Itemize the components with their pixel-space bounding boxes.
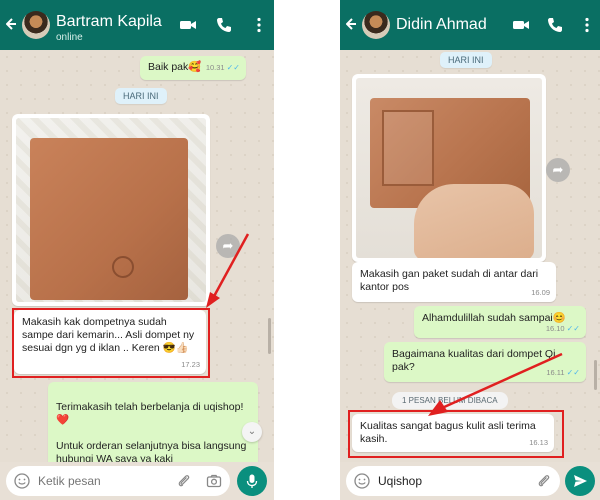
forward-icon[interactable]: ➦ <box>546 158 570 182</box>
more-options-icon[interactable] <box>578 16 596 34</box>
message-time: 16.10 ✓✓ <box>545 324 580 333</box>
back-arrow-icon[interactable] <box>5 16 18 32</box>
send-button[interactable] <box>565 466 595 496</box>
voice-call-icon[interactable] <box>546 16 564 34</box>
message-bubble[interactable]: Makasih gan paket sudah di antar dari ka… <box>352 262 556 302</box>
red-arrow <box>206 233 250 308</box>
date-chip: HARI INI <box>440 52 492 68</box>
message-input[interactable] <box>378 474 498 488</box>
video-call-icon[interactable] <box>179 16 197 34</box>
contact-status: online <box>56 32 83 43</box>
read-ticks-icon: ✓✓ <box>566 324 580 333</box>
message-bubble[interactable]: Alhamdulillah sudah sampai😊 16.10 ✓✓ <box>414 306 586 338</box>
scrollbar[interactable] <box>594 360 597 390</box>
voice-message-button[interactable] <box>237 466 267 496</box>
scrollbar[interactable] <box>268 318 271 354</box>
message-time: 10.31 ✓✓ <box>205 63 240 72</box>
message-bubble[interactable]: Baik pak🥰 10.31 ✓✓ <box>140 56 246 80</box>
video-call-icon[interactable] <box>512 16 530 34</box>
avatar[interactable] <box>362 11 390 39</box>
chat-header: Didin Ahmad <box>340 0 600 50</box>
image-message[interactable] <box>12 114 210 306</box>
contact-name[interactable]: Didin Ahmad <box>396 16 487 34</box>
microphone-icon <box>246 474 258 488</box>
avatar[interactable] <box>22 11 50 39</box>
message-time: 16.09 <box>531 288 550 297</box>
compose-bar <box>0 462 274 500</box>
right-chat-screen: Didin Ahmad HARI INI ➦ Makasih gan paket… <box>340 0 600 500</box>
scroll-down-icon[interactable]: ⌄ <box>242 422 262 442</box>
back-arrow-icon[interactable] <box>345 16 358 32</box>
attach-icon[interactable] <box>536 473 552 489</box>
left-chat-screen: Bartram Kapila online Baik pak🥰 10.31 ✓✓ … <box>0 0 274 500</box>
message-text: Alhamdulillah sudah sampai😊 <box>422 312 566 324</box>
chat-header: Bartram Kapila online <box>0 0 274 50</box>
wallet-photo[interactable] <box>356 78 542 258</box>
date-chip: HARI INI <box>115 88 167 104</box>
compose-bar <box>340 462 600 500</box>
message-input[interactable] <box>38 474 158 488</box>
read-ticks-icon: ✓✓ <box>226 63 240 72</box>
wallet-photo[interactable] <box>16 118 206 302</box>
emoji-icon[interactable] <box>354 473 370 489</box>
message-input-box[interactable] <box>346 466 560 496</box>
contact-name[interactable]: Bartram Kapila <box>56 13 162 31</box>
attach-icon[interactable] <box>176 473 192 489</box>
red-arrow <box>428 352 563 416</box>
highlight-box <box>12 308 210 378</box>
more-options-icon[interactable] <box>250 16 268 34</box>
camera-icon[interactable] <box>206 473 222 489</box>
message-input-box[interactable] <box>6 466 230 496</box>
voice-call-icon[interactable] <box>215 16 233 34</box>
image-message[interactable] <box>352 74 546 262</box>
message-text: Terimakasih telah berbelanja di uqishop!… <box>56 401 247 462</box>
emoji-icon[interactable] <box>14 473 30 489</box>
send-icon <box>574 475 587 487</box>
message-text: Baik pak🥰 <box>148 61 202 73</box>
message-text: Makasih gan paket sudah di antar dari ka… <box>360 268 539 293</box>
message-bubble[interactable]: Terimakasih telah berbelanja di uqishop!… <box>48 382 258 462</box>
